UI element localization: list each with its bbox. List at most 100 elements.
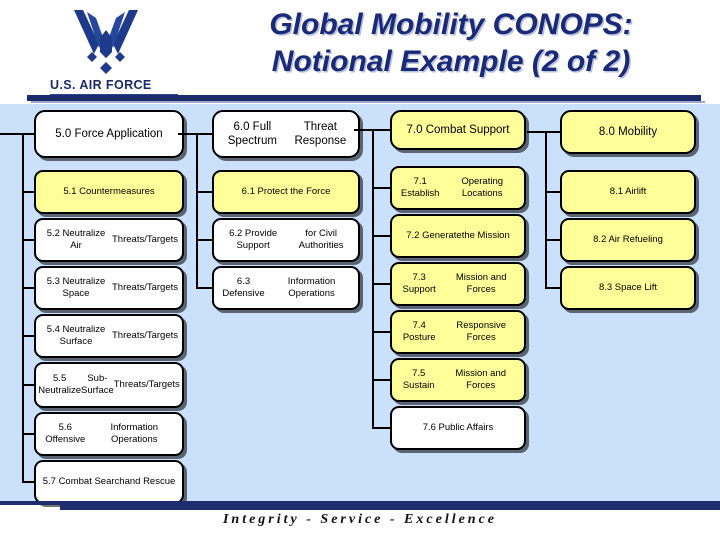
header-divider-shadow: [31, 101, 705, 103]
node-label-line: Threats/Targets: [112, 234, 178, 245]
connector-inlet-col-6: [178, 133, 196, 135]
connector-inlet-col-5: [0, 133, 22, 135]
node-label-line: Responsive Forces: [456, 320, 507, 343]
node-label-line: Threats/Targets: [113, 379, 180, 390]
slide-header: U.S. AIR FORCE Global Mobility CONOPS: N…: [0, 0, 720, 103]
node-label-line: 6.2 Provide Support: [229, 228, 278, 251]
node-head-col-5[interactable]: 5.0 Force Application: [34, 110, 184, 158]
node-col-5-child-6[interactable]: 5.7 Combat Search and Rescue: [34, 460, 184, 504]
connector-branch-col-5-6: [22, 433, 34, 435]
connector-inlet-col-8: [527, 131, 545, 133]
connector-branch-col-5-5: [22, 384, 34, 386]
node-label-line: 7.0 Combat Support: [406, 124, 510, 136]
connector-branch-col-7-3: [372, 283, 390, 285]
connector-spine-col-7: [372, 129, 374, 429]
node-head-col-6[interactable]: 6.0 Full Spectrum Threat Response: [212, 110, 360, 158]
connector-spine-col-8: [545, 131, 547, 289]
node-label-line: Information Operations: [110, 422, 159, 445]
node-label-line: 5.3 Neutralize Space: [46, 276, 106, 299]
connector-branch-col-5-7: [22, 481, 34, 483]
node-label-line: 7.2 Generate: [406, 230, 462, 241]
node-label-line: 5.5 Neutralize: [38, 373, 82, 396]
node-label-line: 6.3 Defensive: [222, 276, 265, 299]
node-col-8-child-2[interactable]: 8.3 Space Lift: [560, 266, 696, 310]
node-label-line: 5.6 Offensive: [45, 422, 86, 445]
connector-spine-col-5: [22, 133, 24, 483]
connector-branch-col-8-0: [545, 131, 560, 133]
node-label-line: Threat Response: [294, 121, 347, 147]
node-label-line: Operating Locations: [461, 176, 504, 199]
node-label-line: 5.1 Countermeasures: [63, 186, 155, 197]
header-divider: [27, 95, 701, 101]
node-label-line: 5.4 Neutralize Surface: [46, 324, 106, 347]
connector-branch-col-8-1: [545, 191, 560, 193]
connector-branch-col-6-0: [196, 133, 212, 135]
node-col-7-child-1[interactable]: 7.2 Generate the Mission: [390, 214, 526, 258]
connector-branch-col-7-5: [372, 379, 390, 381]
node-col-5-child-1[interactable]: 5.2 Neutralize Air Threats/Targets: [34, 218, 184, 262]
footer-motto: Integrity - Service - Excellence: [222, 512, 498, 527]
node-label-line: 5.7 Combat Search: [42, 476, 125, 487]
connector-spine-col-6: [196, 133, 198, 289]
node-head-col-7[interactable]: 7.0 Combat Support: [390, 110, 526, 150]
usaf-wing-logo-icon: [74, 10, 138, 74]
connector-branch-col-7-0: [372, 129, 390, 131]
connector-branch-col-6-1: [196, 191, 212, 193]
node-label-line: and Rescue: [124, 476, 176, 487]
usaf-wordmark: U.S. AIR FORCE: [50, 78, 152, 92]
node-label-line: Mission and Forces: [455, 272, 507, 295]
node-label-line: 8.3 Space Lift: [598, 282, 658, 293]
node-label-line: Mission and Forces: [455, 368, 507, 391]
footer-divider-accent: [60, 505, 720, 510]
usaf-logo: U.S. AIR FORCE: [22, 4, 178, 99]
node-col-7-child-0[interactable]: 7.1 Establish Operating Locations: [390, 166, 526, 210]
node-label-line: Threats/Targets: [112, 330, 178, 341]
node-label-line: 7.4 Posture: [402, 320, 436, 343]
node-col-7-child-3[interactable]: 7.4 Posture Responsive Forces: [390, 310, 526, 354]
node-label-line: 6.1 Protect the Force: [241, 186, 331, 197]
page-title-line-2: Notional Example (2 of 2): [271, 45, 631, 78]
page-title-line-1: Global Mobility CONOPS:: [269, 8, 633, 41]
node-label-line: 7.3 Support: [402, 272, 436, 295]
node-col-6-child-1[interactable]: 6.2 Provide Support for Civil Authorities: [212, 218, 360, 262]
node-label-line: 7.5 Sustain: [402, 368, 435, 391]
node-label-line: 8.0 Mobility: [598, 126, 658, 138]
node-col-5-child-4[interactable]: 5.5 Neutralize Sub-Surface Threats/Targets: [34, 362, 184, 408]
node-col-5-child-3[interactable]: 5.4 Neutralize Surface Threats/Targets: [34, 314, 184, 358]
node-col-7-child-4[interactable]: 7.5 Sustain Mission and Forces: [390, 358, 526, 402]
connector-branch-col-7-1: [372, 187, 390, 189]
node-label-line: 8.1 Airlift: [609, 186, 647, 197]
node-col-8-child-0[interactable]: 8.1 Airlift: [560, 170, 696, 214]
connector-branch-col-7-2: [372, 235, 390, 237]
node-label-line: Threats/Targets: [112, 282, 178, 293]
node-col-5-child-2[interactable]: 5.3 Neutralize Space Threats/Targets: [34, 266, 184, 310]
connector-branch-col-7-4: [372, 331, 390, 333]
node-label-line: for Civil Authorities: [298, 228, 344, 251]
connector-branch-col-5-3: [22, 287, 34, 289]
node-col-7-child-2[interactable]: 7.3 Support Mission and Forces: [390, 262, 526, 306]
node-label-line: 8.2 Air Refueling: [593, 234, 663, 245]
connector-branch-col-7-6: [372, 427, 390, 429]
node-col-6-child-2[interactable]: 6.3 Defensive Information Operations: [212, 266, 360, 310]
connector-branch-col-5-1: [22, 191, 34, 193]
node-label-line: 6.0 Full Spectrum: [227, 121, 277, 147]
node-col-6-child-0[interactable]: 6.1 Protect the Force: [212, 170, 360, 214]
node-label-line: 7.1 Establish: [400, 176, 440, 199]
node-label-line: 5.2 Neutralize Air: [46, 228, 106, 251]
node-col-5-child-5[interactable]: 5.6 Offensive Information Operations: [34, 412, 184, 456]
connector-branch-col-8-3: [545, 287, 560, 289]
node-col-5-child-0[interactable]: 5.1 Countermeasures: [34, 170, 184, 214]
connector-branch-col-5-4: [22, 335, 34, 337]
node-label-line: Sub-Surface: [81, 373, 114, 396]
connector-branch-col-5-0: [22, 133, 34, 135]
diagram-canvas: 5.0 Force Application 5.1 Countermeasures…: [0, 104, 720, 504]
connector-branch-col-8-2: [545, 239, 560, 241]
node-head-col-8[interactable]: 8.0 Mobility: [560, 110, 696, 154]
node-col-8-child-1[interactable]: 8.2 Air Refueling: [560, 218, 696, 262]
node-col-7-child-5[interactable]: 7.6 Public Affairs: [390, 406, 526, 450]
connector-branch-col-6-3: [196, 287, 212, 289]
node-label-line: the Mission: [461, 230, 510, 241]
node-label-line: 7.6 Public Affairs: [422, 422, 494, 433]
node-label-line: 5.0 Force Application: [55, 128, 163, 140]
node-label-line: Information Operations: [287, 276, 336, 299]
